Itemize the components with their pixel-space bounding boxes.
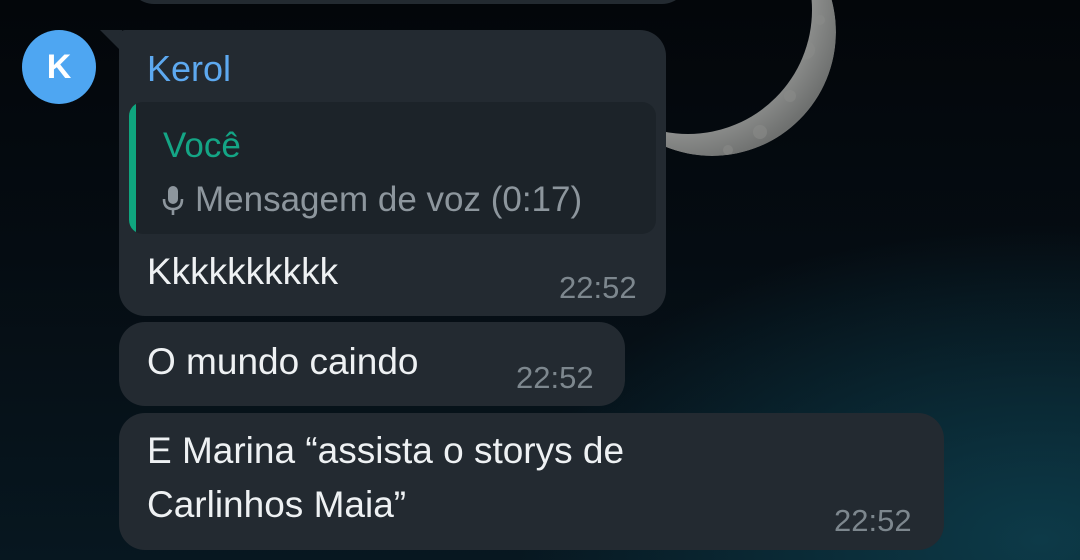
message-time: 22:52 bbox=[834, 503, 912, 538]
quoted-preview: Mensagem de voz (0:17) bbox=[161, 180, 582, 220]
message-text-line-2: Carlinhos Maia” bbox=[147, 484, 407, 525]
message-time: 22:52 bbox=[559, 270, 637, 305]
message-time: 22:52 bbox=[516, 360, 594, 395]
quoted-preview-text: Mensagem de voz (0:17) bbox=[195, 180, 583, 219]
quote-accent-bar bbox=[129, 102, 136, 234]
avatar-letter: K bbox=[46, 47, 72, 86]
sender-name[interactable]: Kerol bbox=[147, 48, 231, 90]
message-bubble[interactable]: O mundo caindo 22:52 bbox=[119, 322, 625, 406]
message-text-line-1: E Marina “assista o storys de bbox=[147, 430, 625, 471]
message-text: O mundo caindo bbox=[147, 341, 419, 382]
previous-message-bubble bbox=[128, 0, 688, 4]
avatar[interactable]: K bbox=[22, 30, 96, 104]
quoted-author: Você bbox=[163, 126, 241, 165]
mic-icon bbox=[162, 186, 184, 215]
message-bubble-reply[interactable]: Kerol Você Mensagem de voz (0:17) Kkkkkk… bbox=[119, 30, 666, 316]
message-text: Kkkkkkkkkk bbox=[147, 251, 339, 292]
quoted-message[interactable]: Você Mensagem de voz (0:17) bbox=[129, 102, 656, 234]
message-bubble[interactable]: E Marina “assista o storys de Carlinhos … bbox=[119, 413, 944, 550]
